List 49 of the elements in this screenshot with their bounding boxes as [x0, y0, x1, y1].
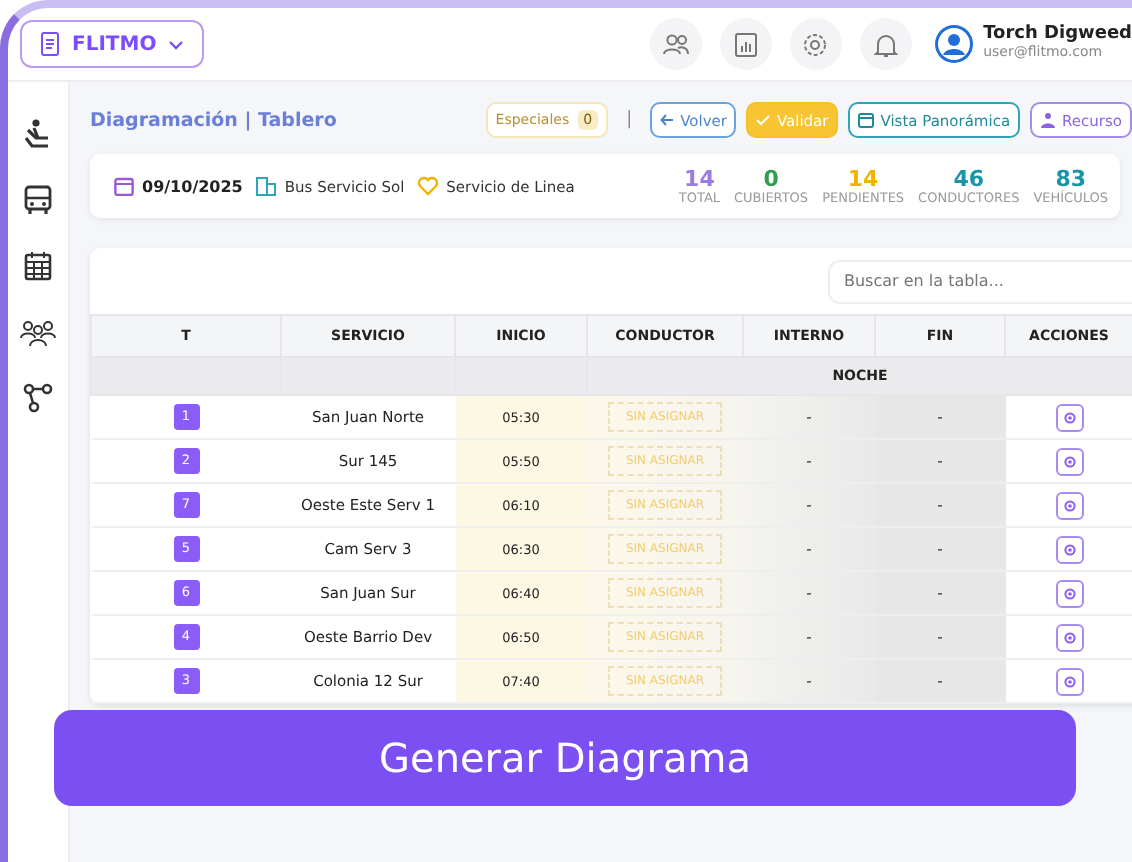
target-icon [1063, 675, 1075, 687]
group-icon[interactable] [20, 316, 56, 348]
arrow-left-icon [660, 114, 675, 126]
action-button[interactable] [1055, 403, 1083, 431]
brand-dropdown[interactable]: FLITMO [20, 20, 205, 68]
bell-icon [873, 31, 898, 57]
avatar-icon[interactable] [933, 24, 974, 64]
users-icon [661, 32, 690, 56]
notifications-button[interactable] [859, 18, 912, 70]
stat-value: 14 [847, 165, 879, 192]
chart-icon [733, 31, 758, 57]
calendar-icon[interactable] [22, 250, 54, 282]
stat-value: 14 [684, 165, 715, 192]
stat-value: 0 [763, 165, 779, 192]
target-icon [1063, 455, 1075, 467]
stat-value: 46 [953, 165, 985, 192]
target-icon [1063, 631, 1075, 643]
stat-value: 83 [1055, 165, 1086, 191]
nodes-icon[interactable] [22, 382, 54, 414]
building-icon [256, 176, 277, 196]
settings-icon [802, 31, 829, 57]
search-field[interactable]: Buscar en la tabla... [828, 259, 1132, 303]
person-seat-icon[interactable] [22, 118, 54, 150]
target-icon [1063, 587, 1075, 599]
action-button[interactable] [1055, 623, 1083, 651]
target-icon [1063, 499, 1075, 511]
action-button[interactable] [1055, 579, 1083, 607]
calendar-icon [858, 112, 875, 128]
check-icon [756, 114, 771, 126]
separator: | [626, 110, 633, 130]
action-button[interactable] [1055, 447, 1083, 475]
target-icon [1063, 543, 1075, 555]
generate-diagram-button[interactable]: Generar Diagrama [54, 710, 1076, 806]
report-button[interactable] [719, 18, 772, 70]
bus-icon[interactable] [22, 184, 54, 216]
settings-button[interactable] [789, 18, 842, 70]
chevron-down-icon [168, 39, 185, 49]
page-title: Diagramación | Tablero [90, 109, 337, 131]
action-button[interactable] [1055, 535, 1083, 563]
calendar-icon [114, 176, 134, 196]
action-button[interactable] [1055, 667, 1083, 695]
action-button[interactable] [1055, 491, 1083, 519]
user-name: Torch Digweed [983, 26, 1132, 45]
heart-icon [418, 176, 439, 196]
users-button[interactable] [649, 18, 702, 70]
target-icon [1063, 411, 1075, 423]
document-icon [40, 32, 60, 56]
date-text: 09/10/2025 [142, 177, 243, 195]
group-icon [1040, 112, 1057, 128]
